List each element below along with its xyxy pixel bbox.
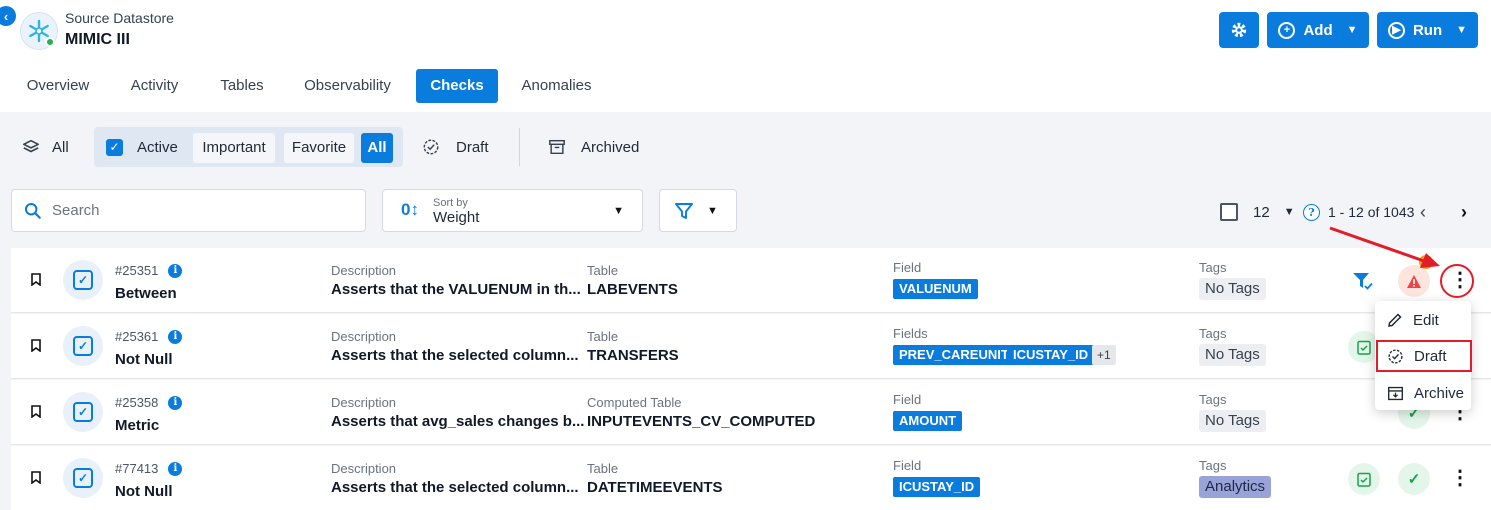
annotation-arrow: [1329, 226, 1440, 268]
